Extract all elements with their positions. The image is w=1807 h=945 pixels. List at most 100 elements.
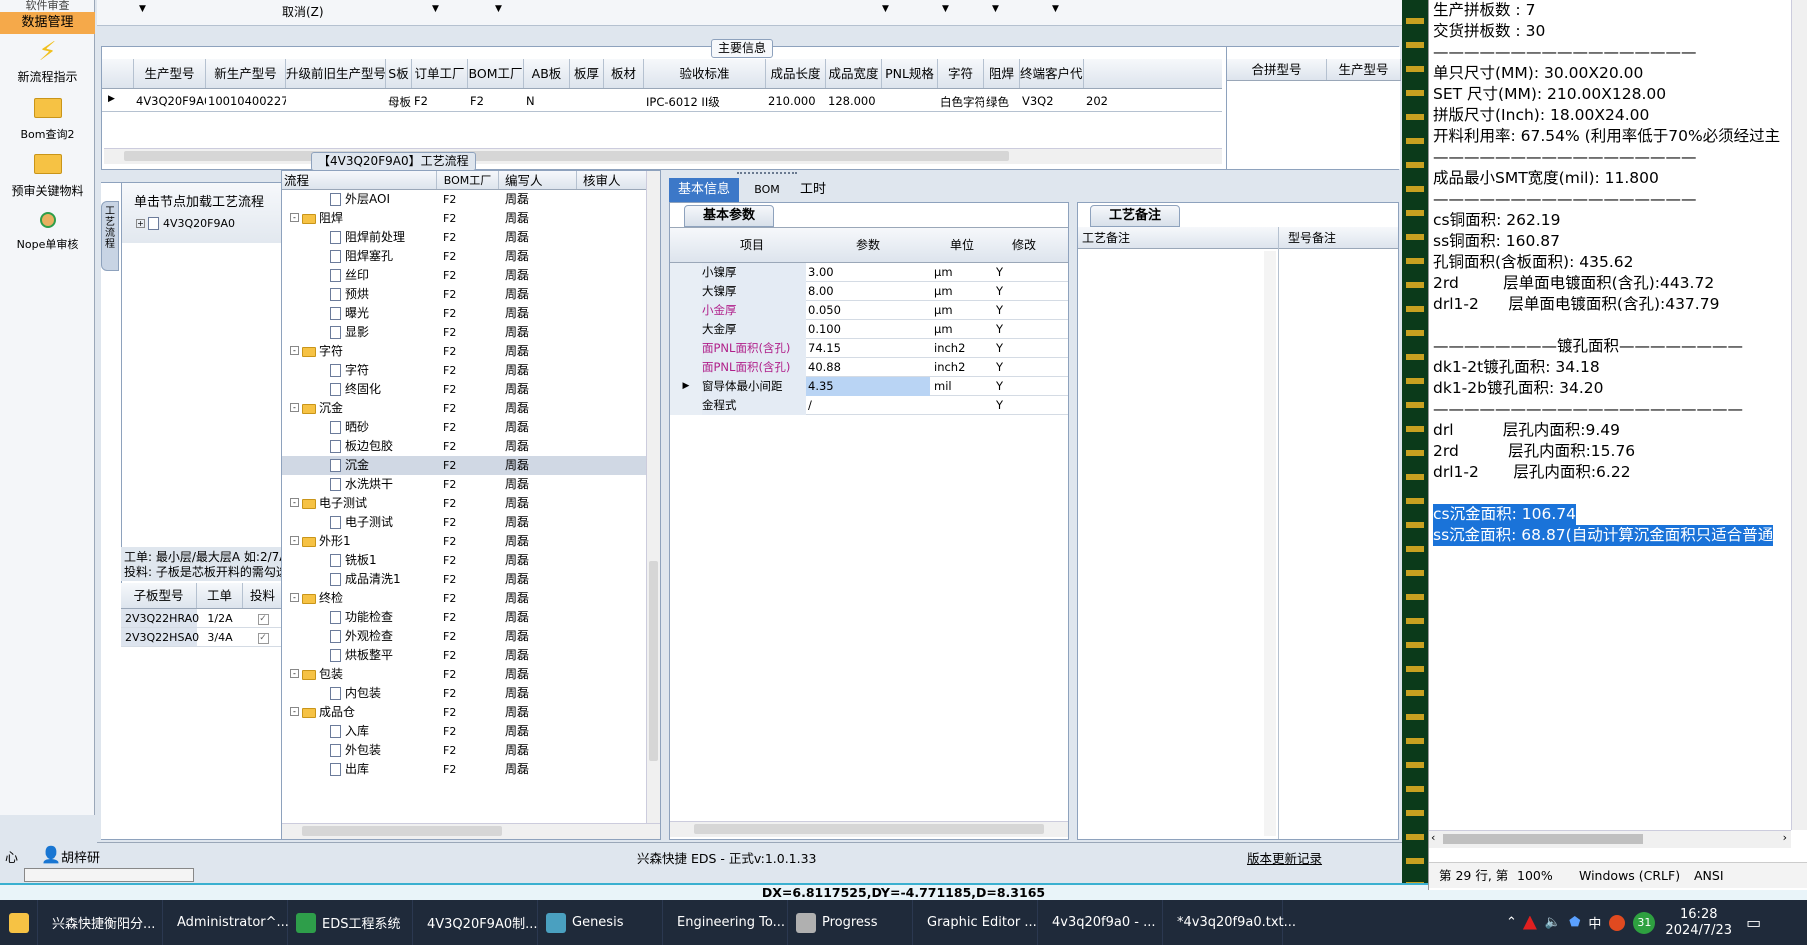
pre-review-button[interactable]: 预审关键物料 xyxy=(0,152,95,199)
ime-indicator[interactable]: 中 xyxy=(1588,913,1601,932)
notepad-text-area[interactable]: 生产拼板数 : 7 交货拼板数 : 30 ————————————————— 单只尺寸… xyxy=(1433,0,1788,546)
process-step-row[interactable]: -沉金 F2 周磊 已编写 xyxy=(282,399,648,418)
process-step-row[interactable]: 终固化 F2 周磊 已编写 xyxy=(282,380,648,399)
process-step-row[interactable]: 预烘 F2 周磊 已编写 xyxy=(282,285,648,304)
dropdown-arrow-icon[interactable]: ▼ xyxy=(495,4,502,14)
taskbar-app-button[interactable]: *4v3q20f9a0.txt... xyxy=(1163,900,1296,945)
collapse-icon[interactable]: - xyxy=(290,707,299,716)
collapse-icon[interactable]: - xyxy=(290,346,299,355)
feed-checkbox[interactable]: ✓ xyxy=(257,613,269,625)
param-row[interactable]: 小镍厚 3.00 μm Y xyxy=(670,263,1068,282)
param-row[interactable]: ▶ 窗导体最小间距 4.35 mil Y xyxy=(670,377,1068,396)
collapse-icon[interactable]: - xyxy=(290,213,299,222)
notepad-horizontal-scrollbar[interactable]: ‹ › xyxy=(1429,830,1791,848)
process-step-row[interactable]: 晒砂 F2 周磊 已编写 xyxy=(282,418,648,437)
subtab-basic-params[interactable]: 基本参数 xyxy=(684,205,774,227)
clock[interactable]: 16:28 2024/7/23 xyxy=(1665,907,1732,939)
version-history-link[interactable]: 版本更新记录 xyxy=(1247,848,1322,867)
red-app-icon[interactable] xyxy=(1522,915,1537,930)
param-value[interactable]: 0.050 xyxy=(806,301,930,320)
param-row[interactable]: 小金厚 0.050 μm Y xyxy=(670,301,1068,320)
new-process-button[interactable]: ⚡ 新流程指示 xyxy=(0,38,95,85)
tab-process-notes[interactable]: 工艺备注 xyxy=(1090,205,1180,227)
process-step-row[interactable]: 出库 F2 周磊 已编写 xyxy=(282,760,648,779)
taskbar-app-button[interactable]: Genesis xyxy=(538,900,663,945)
process-step-row[interactable]: 外层AOI F2 周磊 已编写 xyxy=(282,190,648,209)
notepad-vertical-scrollbar[interactable] xyxy=(1791,0,1807,830)
lower-input[interactable] xyxy=(24,868,194,882)
horizontal-scrollbar[interactable] xyxy=(104,148,1222,164)
main-cell[interactable]: F2 xyxy=(414,94,468,108)
process-step-row[interactable]: -阻焊 F2 周磊 已编写 xyxy=(282,209,648,228)
process-step-row[interactable]: 铣板1 F2 周磊 已编写 xyxy=(282,551,648,570)
taskbar-app-button[interactable]: Administrator^... xyxy=(163,900,289,945)
main-cell[interactable]: 母板 xyxy=(388,94,412,110)
process-step-row[interactable]: -终检 F2 周磊 已编写 xyxy=(282,589,648,608)
file-explorer-button[interactable] xyxy=(0,900,38,945)
tab-data-management[interactable]: 数据管理 xyxy=(0,12,95,34)
process-step-row[interactable]: 成品清洗1 F2 周磊 已编写 xyxy=(282,570,648,589)
scroll-left-icon[interactable]: ‹ xyxy=(1431,831,1435,844)
process-step-row[interactable]: -成品仓 F2 周磊 已编写 xyxy=(282,703,648,722)
feed-checkbox[interactable]: ✓ xyxy=(257,632,269,644)
process-step-row[interactable]: 入库 F2 周磊 已编写 xyxy=(282,722,648,741)
process-step-row[interactable]: 字符 F2 周磊 已编写 xyxy=(282,361,648,380)
main-cell[interactable]: 128.000 xyxy=(828,94,882,108)
param-value[interactable]: 0.100 xyxy=(806,320,930,339)
tab-basic-info[interactable]: 基本信息 xyxy=(669,178,739,202)
main-cell[interactable]: 210.000 xyxy=(768,94,826,108)
collapse-icon[interactable]: - xyxy=(290,669,299,678)
vertical-scrollbar[interactable] xyxy=(646,171,660,823)
process-step-row[interactable]: 沉金 F2 周磊 已编写 xyxy=(282,456,648,475)
taskbar-app-button[interactable]: EDS工程系统 xyxy=(288,900,413,945)
process-step-row[interactable]: 外观检查 F2 周磊 已编写 xyxy=(282,627,648,646)
process-step-row[interactable]: 阻焊塞孔 F2 周磊 已编写 xyxy=(282,247,648,266)
chevron-up-icon[interactable]: ⌃ xyxy=(1506,915,1517,930)
process-step-row[interactable]: -字符 F2 周磊 已编写 xyxy=(282,342,648,361)
side-tab-process[interactable]: 工艺流程 xyxy=(101,201,119,271)
param-value[interactable]: 40.88 xyxy=(806,358,930,377)
taskbar-app-button[interactable]: Progress xyxy=(788,900,913,945)
splitter-grip[interactable] xyxy=(737,172,797,176)
notification-count-badge[interactable]: 31 xyxy=(1633,911,1656,934)
param-row[interactable]: 金程式 / Y xyxy=(670,396,1068,415)
scroll-right-icon[interactable]: › xyxy=(1783,831,1787,844)
process-step-row[interactable]: 显影 F2 周磊 已编写 xyxy=(282,323,648,342)
collapse-icon[interactable]: - xyxy=(290,403,299,412)
main-cell[interactable]: 10010400227172 xyxy=(208,94,286,108)
process-step-row[interactable]: 丝印 F2 周磊 已编写 xyxy=(282,266,648,285)
main-cell[interactable]: 白色字符 xyxy=(940,94,984,110)
process-step-row[interactable]: -电子测试 F2 周磊 已编写 xyxy=(282,494,648,513)
taskbar-app-button[interactable]: 4V3Q20F9A0制... xyxy=(413,900,538,945)
process-step-row[interactable]: -外形1 F2 周磊 已编写 xyxy=(282,532,648,551)
horizontal-scrollbar[interactable] xyxy=(670,821,1068,837)
param-value[interactable]: / xyxy=(806,396,930,415)
dropdown-arrow-icon[interactable]: ▼ xyxy=(992,4,999,14)
process-step-row[interactable]: 功能检查 F2 周磊 已编写 xyxy=(282,608,648,627)
param-row[interactable]: 面PNL面积(含孔) 74.15 inch2 Y xyxy=(670,339,1068,358)
collapse-icon[interactable]: - xyxy=(290,536,299,545)
cancel-button[interactable]: 取消(Z) xyxy=(282,3,324,20)
param-value[interactable]: 8.00 xyxy=(806,282,930,301)
expand-icon[interactable]: + xyxy=(136,219,145,228)
param-row[interactable]: 大金厚 0.100 μm Y xyxy=(670,320,1068,339)
process-step-row[interactable]: 板边包胶 F2 周磊 已编写 xyxy=(282,437,648,456)
tab-work-hours[interactable]: 工时 xyxy=(793,178,833,202)
process-step-row[interactable]: 曝光 F2 周磊 已编写 xyxy=(282,304,648,323)
taskbar-app-button[interactable]: 兴森快捷衡阳分... xyxy=(38,900,163,945)
collapse-icon[interactable]: - xyxy=(290,498,299,507)
bom-query-button[interactable]: Bom查询2 xyxy=(0,96,95,142)
main-cell[interactable]: V3Q2 xyxy=(1022,94,1084,108)
notes-scrollbar[interactable] xyxy=(1264,251,1276,836)
main-info-row[interactable]: ▶4V3Q20F9A010010400227172母板F2F2NIPC-6012… xyxy=(102,90,1222,112)
dropdown-arrow-icon[interactable]: ▼ xyxy=(882,4,889,14)
dropdown-arrow-icon[interactable]: ▼ xyxy=(432,4,439,14)
tab-bom[interactable]: BOM xyxy=(747,178,787,202)
process-step-row[interactable]: 水洗烘干 F2 周磊 已编写 xyxy=(282,475,648,494)
main-cell[interactable]: 绿色 xyxy=(986,94,1020,110)
param-row[interactable]: 面PNL面积(含孔) 40.88 inch2 Y xyxy=(670,358,1068,377)
main-cell[interactable]: N xyxy=(526,94,570,108)
param-value[interactable]: 74.15 xyxy=(806,339,930,358)
process-step-row[interactable]: 烘板整平 F2 周磊 已编写 xyxy=(282,646,648,665)
process-step-row[interactable]: -包装 F2 周磊 已编写 xyxy=(282,665,648,684)
